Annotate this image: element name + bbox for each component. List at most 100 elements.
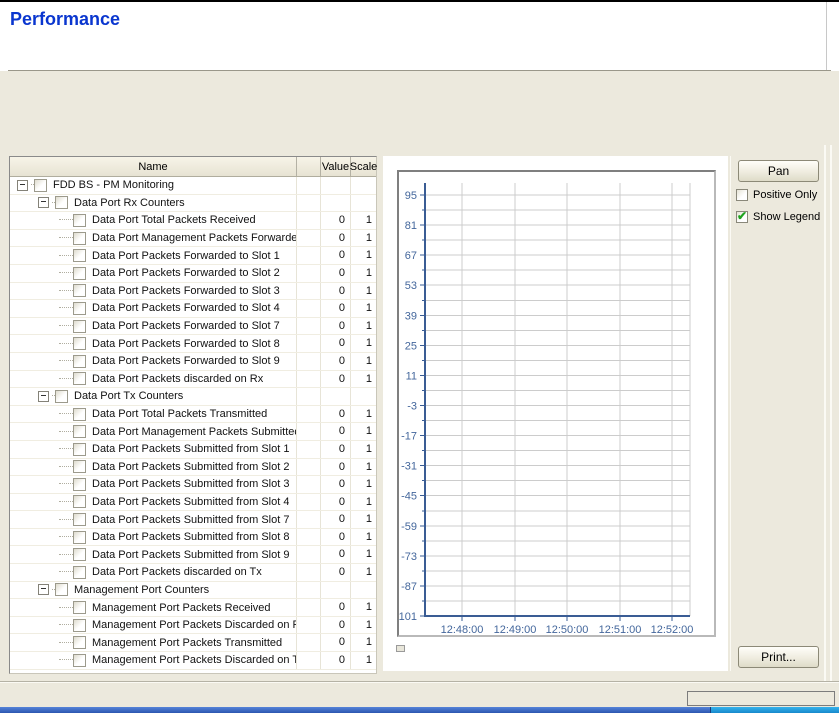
tree-row[interactable]: Data Port Tx Counters <box>10 388 376 406</box>
tree-row-name-cell: Data Port Packets discarded on Rx <box>10 371 296 388</box>
row-checkbox[interactable] <box>34 179 47 192</box>
table-rows: FDD BS - PM MonitoringData Port Rx Count… <box>10 177 376 670</box>
row-checkbox[interactable] <box>73 619 86 632</box>
scale-cell: 1 <box>350 529 376 546</box>
value-cell: 0 <box>320 494 350 511</box>
row-checkbox[interactable] <box>55 583 68 596</box>
tree-row[interactable]: Data Port Rx Counters <box>10 195 376 213</box>
row-checkbox[interactable] <box>73 531 86 544</box>
tree-row[interactable]: Data Port Packets Submitted from Slot 40… <box>10 494 376 512</box>
collapse-icon[interactable] <box>38 391 49 402</box>
show-legend-checkbox[interactable]: ✔ <box>736 211 748 223</box>
row-checkbox[interactable] <box>73 302 86 315</box>
row-checkbox[interactable] <box>73 267 86 280</box>
tree-connector <box>59 413 73 415</box>
tree-connector <box>59 501 73 503</box>
show-legend-checkbox-row[interactable]: ✔ Show Legend <box>736 211 820 223</box>
tree-row[interactable]: Data Port Total Packets Transmitted01 <box>10 406 376 424</box>
row-checkbox[interactable] <box>55 196 68 209</box>
tree-row[interactable]: Data Port Packets discarded on Tx01 <box>10 564 376 582</box>
tree-row[interactable]: Data Port Packets Submitted from Slot 30… <box>10 476 376 494</box>
pan-button[interactable]: Pan <box>738 160 819 182</box>
taskbar-left[interactable] <box>0 707 710 713</box>
column-header-name[interactable]: Name <box>10 157 296 176</box>
row-checkbox[interactable] <box>73 495 86 508</box>
collapse-icon[interactable] <box>38 584 49 595</box>
positive-only-checkbox[interactable] <box>736 189 748 201</box>
row-checkbox[interactable] <box>73 372 86 385</box>
row-checkbox[interactable] <box>73 249 86 262</box>
tree-row[interactable]: Data Port Packets Submitted from Slot 10… <box>10 441 376 459</box>
value-cell: 0 <box>320 564 350 581</box>
row-checkbox[interactable] <box>73 636 86 649</box>
row-checkbox[interactable] <box>73 601 86 614</box>
tree-row[interactable]: Data Port Packets Forwarded to Slot 201 <box>10 265 376 283</box>
collapse-icon[interactable] <box>38 197 49 208</box>
row-checkbox[interactable] <box>73 513 86 526</box>
row-checkbox[interactable] <box>73 284 86 297</box>
tree-row[interactable]: Data Port Packets Submitted from Slot 70… <box>10 511 376 529</box>
tree-row[interactable]: Management Port Packets Transmitted01 <box>10 634 376 652</box>
scale-cell: 1 <box>350 564 376 581</box>
tree-row[interactable]: Management Port Packets Received01 <box>10 599 376 617</box>
value-cell: 0 <box>320 423 350 440</box>
tree-row[interactable]: Data Port Total Packets Received01 <box>10 212 376 230</box>
row-checkbox[interactable] <box>73 654 86 667</box>
row-checkbox[interactable] <box>73 566 86 579</box>
value-cell: 0 <box>320 634 350 651</box>
tree-row[interactable]: Management Port Packets Discarded on Rx0… <box>10 617 376 635</box>
row-label: Data Port Packets discarded on Rx <box>92 373 263 385</box>
tree-row[interactable]: Management Port Counters <box>10 582 376 600</box>
tree-row[interactable]: Data Port Packets Submitted from Slot 80… <box>10 529 376 547</box>
tree-row[interactable]: Data Port Packets discarded on Rx01 <box>10 371 376 389</box>
row-label: Data Port Total Packets Transmitted <box>92 408 267 420</box>
svg-text:-59: -59 <box>401 521 417 533</box>
spacer-cell <box>296 564 320 581</box>
tree-row[interactable]: Data Port Packets Forwarded to Slot 101 <box>10 247 376 265</box>
print-button[interactable]: Print... <box>738 646 819 668</box>
tree-row[interactable]: FDD BS - PM Monitoring <box>10 177 376 195</box>
row-checkbox[interactable] <box>73 320 86 333</box>
row-checkbox[interactable] <box>73 548 86 561</box>
row-label: Management Port Packets Discarded on Tx <box>92 654 296 666</box>
row-checkbox[interactable] <box>73 337 86 350</box>
tree-row[interactable]: Data Port Management Packets Forwarded01 <box>10 230 376 248</box>
row-checkbox[interactable] <box>73 408 86 421</box>
column-header-value[interactable]: Value <box>320 157 350 176</box>
value-cell: 0 <box>320 300 350 317</box>
tree-row[interactable]: Data Port Packets Submitted from Slot 20… <box>10 459 376 477</box>
row-checkbox[interactable] <box>73 232 86 245</box>
tree-connector <box>59 571 73 573</box>
svg-text:12:48:00: 12:48:00 <box>441 624 484 635</box>
chart-plot-area[interactable]: 95816753392511-3-17-31-45-59-73-87-10112… <box>397 170 716 637</box>
tree-row[interactable]: Data Port Packets Forwarded to Slot 901 <box>10 353 376 371</box>
tree-row-name-cell: Data Port Management Packets Forwarded <box>10 230 296 247</box>
row-checkbox[interactable] <box>73 355 86 368</box>
row-label: Data Port Packets Forwarded to Slot 9 <box>92 355 280 367</box>
tree-row[interactable]: Data Port Packets Forwarded to Slot 301 <box>10 283 376 301</box>
row-label: Data Port Total Packets Received <box>92 214 256 226</box>
tree-row[interactable]: Data Port Management Packets Submitted01 <box>10 423 376 441</box>
svg-text:11: 11 <box>406 370 417 382</box>
row-checkbox[interactable] <box>73 214 86 227</box>
collapse-icon[interactable] <box>17 180 28 191</box>
tree-row[interactable]: Data Port Packets Submitted from Slot 90… <box>10 546 376 564</box>
row-checkbox[interactable] <box>73 443 86 456</box>
spacer-cell <box>296 177 320 194</box>
column-header-scale[interactable]: Scale <box>350 157 376 176</box>
tree-row[interactable]: Data Port Packets Forwarded to Slot 401 <box>10 300 376 318</box>
tree-row[interactable]: Data Port Packets Forwarded to Slot 701 <box>10 318 376 336</box>
row-label: Data Port Management Packets Submitted <box>92 426 296 438</box>
row-checkbox[interactable] <box>55 390 68 403</box>
tree-connector <box>59 624 73 626</box>
tree-row[interactable]: Data Port Packets Forwarded to Slot 801 <box>10 335 376 353</box>
positive-only-checkbox-row[interactable]: Positive Only <box>736 189 817 201</box>
tree-row[interactable]: Management Port Packets Discarded on Tx0… <box>10 652 376 670</box>
tree-connector <box>59 607 73 609</box>
value-cell: 0 <box>320 353 350 370</box>
taskbar-right[interactable] <box>710 707 839 713</box>
row-checkbox[interactable] <box>73 460 86 473</box>
row-checkbox[interactable] <box>73 478 86 491</box>
row-checkbox[interactable] <box>73 425 86 438</box>
svg-text:95: 95 <box>405 190 417 202</box>
